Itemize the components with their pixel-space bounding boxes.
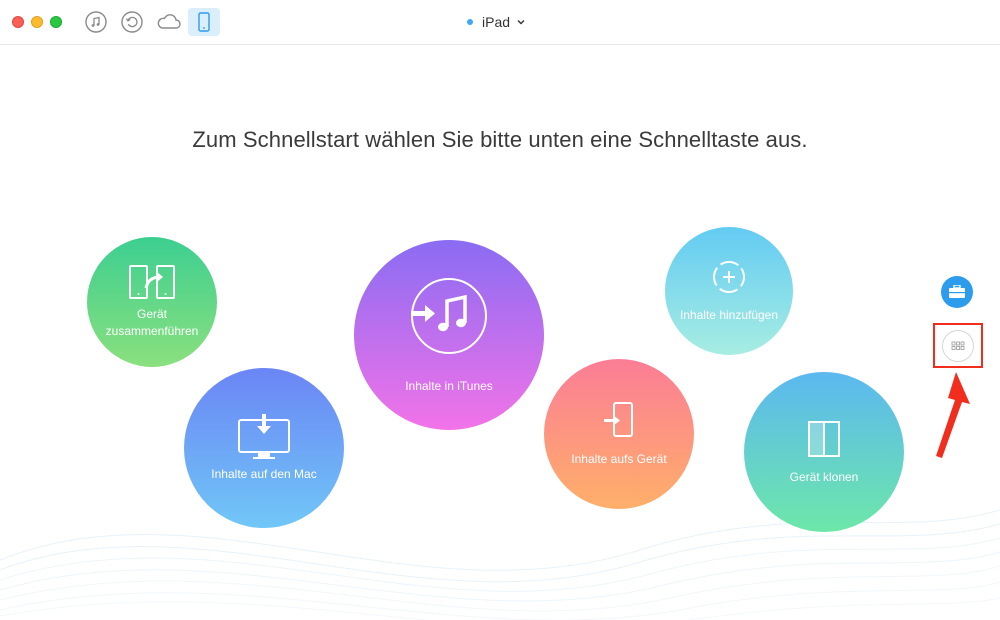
music-icon[interactable] [84, 10, 108, 34]
zoom-window-button[interactable] [50, 16, 62, 28]
toolbox-button[interactable] [941, 276, 973, 308]
add-content-label: Inhalte hinzufügen [679, 307, 779, 322]
content-to-device-button[interactable]: Inhalte aufs Gerät [544, 359, 694, 509]
device-icon [198, 12, 210, 32]
clone-device-label: Gerät klonen [789, 469, 859, 484]
content-to-itunes-label: Inhalte in iTunes [405, 378, 493, 393]
add-content-button[interactable]: Inhalte hinzufügen [665, 227, 793, 355]
device-name: iPad [482, 14, 511, 30]
merge-devices-icon [129, 265, 175, 299]
clone-device-button[interactable]: Gerät klonen [744, 372, 904, 532]
merge-devices-button[interactable]: Gerät zusammenführen [87, 237, 217, 367]
toolbox-icon [949, 285, 965, 298]
minimize-window-button[interactable] [31, 16, 43, 28]
add-content-icon [713, 260, 745, 293]
monitor-download-icon [238, 413, 290, 459]
itunes-import-icon [411, 277, 487, 354]
device-tab[interactable] [188, 8, 220, 36]
merge-devices-label-line1: Gerät [136, 307, 167, 321]
cloud-icon[interactable] [155, 10, 183, 34]
content-to-mac-button[interactable]: Inhalte auf den Mac [184, 368, 344, 528]
title-bar: iPad [0, 0, 1000, 45]
phone-import-icon [604, 401, 633, 437]
device-status-dot [467, 19, 473, 25]
device-selector[interactable]: iPad [467, 13, 526, 31]
quickstart-headline: Zum Schnellstart wählen Sie bitte unten … [192, 127, 808, 152]
history-icon[interactable] [120, 10, 144, 34]
clone-device-icon [808, 420, 840, 457]
close-window-button[interactable] [12, 16, 24, 28]
content-to-device-label: Inhalte aufs Gerät [571, 451, 667, 466]
merge-devices-label-line2: zusammenführen [105, 324, 199, 338]
chevron-down-icon [517, 20, 525, 25]
content-to-mac-label: Inhalte auf den Mac [211, 466, 317, 481]
highlight-annotation-box [933, 323, 983, 368]
content-to-itunes-button[interactable]: Inhalte in iTunes [354, 240, 544, 430]
annotation-arrow-icon [936, 372, 970, 458]
